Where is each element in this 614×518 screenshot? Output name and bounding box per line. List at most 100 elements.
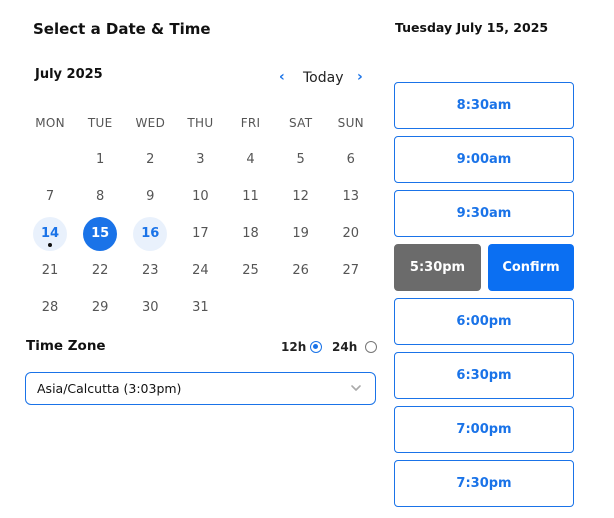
confirm-button[interactable]: Confirm — [488, 244, 574, 291]
weekday-label: MON — [35, 116, 65, 130]
calendar-day-selected[interactable]: 15 — [83, 216, 118, 251]
calendar-day-number: 25 — [242, 263, 259, 278]
calendar-day[interactable]: 20 — [334, 217, 368, 251]
calendar-day[interactable]: 21 — [33, 254, 67, 288]
prev-month-button[interactable]: ‹ — [279, 68, 285, 86]
weekday-label: SAT — [289, 116, 313, 130]
calendar-day[interactable]: 17 — [183, 217, 217, 251]
calendar-empty-cell — [33, 143, 67, 177]
calendar-day[interactable]: 6 — [334, 143, 368, 177]
calendar-day[interactable]: 25 — [234, 254, 268, 288]
calendar-day-number: 3 — [196, 152, 205, 167]
calendar-day[interactable]: 26 — [284, 254, 318, 288]
page-title: Select a Date & Time — [33, 20, 211, 38]
calendar-day-number: 22 — [91, 263, 109, 278]
weekday-label: WED — [135, 116, 166, 130]
calendar-day[interactable]: 28 — [33, 291, 67, 325]
calendar-day[interactable]: 4 — [234, 143, 268, 177]
time-slot[interactable]: 7:30pm — [394, 460, 574, 507]
calendar-day-number: 31 — [192, 300, 209, 315]
month-label: July 2025 — [35, 67, 103, 82]
calendar-grid: MON TUE WED THU FRI SAT SUN 1 2 3 4 5 6 7 8 9 10 1… — [25, 105, 376, 326]
format-24h-label: 24h — [332, 340, 358, 354]
today-indicator-dot — [48, 242, 53, 247]
calendar-day-available[interactable]: 14 — [33, 216, 68, 251]
calendar-day[interactable]: 12 — [284, 180, 318, 214]
calendar-day-number: 5 — [296, 152, 305, 167]
calendar-day-number: 13 — [342, 189, 360, 204]
calendar-day-number: 24 — [192, 263, 209, 278]
calendar-day-available[interactable]: 16 — [133, 216, 168, 251]
weekday-header: MON TUE WED THU FRI SAT SUN — [25, 105, 376, 141]
calendar-day-number: 17 — [192, 226, 209, 241]
calendar-day[interactable]: 22 — [83, 254, 117, 288]
time-slot[interactable]: 6:30pm — [394, 352, 574, 399]
format-24h-radio[interactable] — [365, 341, 377, 353]
time-slot[interactable]: 7:00pm — [394, 406, 574, 453]
calendar-day-number: 18 — [242, 226, 259, 241]
format-12h-radio[interactable] — [310, 341, 322, 353]
calendar-week: 21 22 23 24 25 26 27 — [25, 252, 376, 289]
calendar-day[interactable]: 7 — [33, 180, 67, 214]
calendar-day-number: 15 — [91, 226, 110, 241]
timezone-label: Time Zone — [26, 338, 106, 354]
calendar-day-number: 30 — [142, 300, 159, 315]
calendar-day-number: 19 — [292, 226, 309, 241]
calendar-day-number: 26 — [292, 263, 309, 278]
calendar-day-number: 10 — [192, 189, 209, 204]
weekday-label: TUE — [87, 116, 113, 130]
calendar-week: 1 2 3 4 5 6 — [25, 141, 376, 178]
calendar-day[interactable]: 27 — [334, 254, 368, 288]
calendar-day-number: 14 — [41, 226, 60, 241]
calendar-day[interactable]: 24 — [183, 254, 217, 288]
calendar-day-number: 21 — [41, 263, 59, 278]
time-slot[interactable]: 6:00pm — [394, 298, 574, 345]
next-month-button[interactable]: › — [357, 68, 363, 86]
calendar-day[interactable]: 5 — [284, 143, 318, 177]
timezone-value: Asia/Calcutta (3:03pm) — [37, 381, 182, 396]
time-slot[interactable]: 8:30am — [394, 82, 574, 129]
calendar-empty-cell — [234, 291, 268, 325]
weekday-label: THU — [187, 116, 214, 130]
calendar-day-number: 2 — [146, 152, 155, 167]
selected-date-heading: Tuesday July 15, 2025 — [395, 20, 549, 35]
calendar-day-number: 29 — [91, 300, 109, 315]
chevron-down-icon — [351, 385, 361, 391]
calendar-day[interactable]: 30 — [133, 291, 167, 325]
calendar-day[interactable]: 13 — [334, 180, 368, 214]
calendar-day-number: 1 — [96, 152, 105, 167]
calendar-day[interactable]: 1 — [83, 143, 117, 177]
calendar-day[interactable]: 8 — [83, 180, 117, 214]
weekday-label: SUN — [337, 116, 364, 130]
calendar-day-number: 6 — [346, 152, 355, 167]
calendar-day-number: 11 — [242, 189, 259, 204]
calendar-week: 28 29 30 31 — [25, 289, 376, 326]
time-slot[interactable]: 9:00am — [394, 136, 574, 183]
calendar-day[interactable]: 10 — [183, 180, 217, 214]
calendar-day-number: 4 — [246, 152, 255, 167]
calendar-day-number: 27 — [342, 263, 360, 278]
calendar-day-number: 12 — [292, 189, 309, 204]
calendar-day-number: 16 — [141, 226, 160, 241]
calendar-day[interactable]: 19 — [284, 217, 318, 251]
calendar-day[interactable]: 31 — [183, 291, 217, 325]
calendar-day-number: 28 — [41, 300, 59, 315]
calendar-week: 7 8 9 10 11 12 13 — [25, 178, 376, 215]
time-slot[interactable]: 9:30am — [394, 190, 574, 237]
format-12h-label: 12h — [281, 340, 307, 354]
calendar-day[interactable]: 11 — [234, 180, 268, 214]
calendar-day[interactable]: 23 — [133, 254, 167, 288]
calendar-day-number: 7 — [45, 189, 55, 204]
selected-time-slot[interactable]: 5:30pm — [394, 244, 481, 291]
today-button[interactable]: Today — [303, 69, 344, 87]
weekday-label: FRI — [240, 116, 261, 130]
timezone-select[interactable]: Asia/Calcutta (3:03pm) — [25, 372, 376, 405]
calendar-week: 14 15 16 17 18 19 20 — [25, 215, 376, 252]
calendar-day-number: 23 — [142, 263, 159, 278]
calendar-empty-cell — [334, 291, 368, 325]
calendar-day[interactable]: 29 — [83, 291, 117, 325]
calendar-day[interactable]: 3 — [183, 143, 217, 177]
calendar-day[interactable]: 18 — [234, 217, 268, 251]
calendar-day[interactable]: 2 — [133, 143, 167, 177]
calendar-day[interactable]: 9 — [133, 180, 167, 214]
